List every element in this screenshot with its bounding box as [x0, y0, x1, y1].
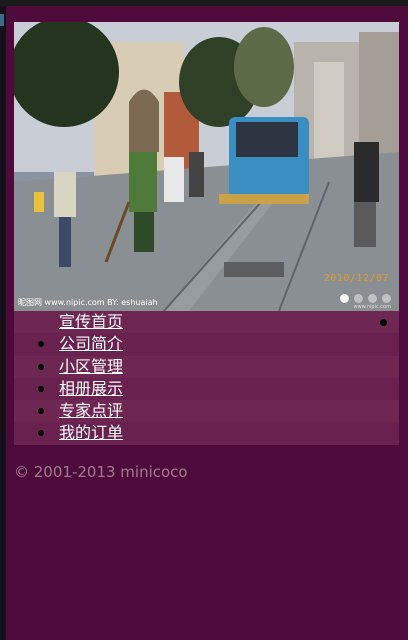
nav-item-community[interactable]: 小区管理	[14, 355, 399, 378]
photo-watermark: 昵图网 www.nipic.com BY: eshuaiah	[18, 298, 158, 307]
main-nav-menu: 宣传首页 公司简介 小区管理 相册展示 专家点评 我的订单	[14, 311, 399, 445]
bullet-icon	[38, 430, 44, 437]
bullet-icon	[38, 341, 44, 348]
nav-link-reviews[interactable]: 专家点评	[59, 400, 123, 422]
nav-item-reviews[interactable]: 专家点评	[14, 400, 399, 423]
banner-slideshow[interactable]: 2010/12/07 昵图网 www.nipic.com BY: eshuaia…	[14, 22, 399, 311]
slide-indicator[interactable]	[340, 294, 391, 303]
footer-copyright: © 2001-2013 minicoco	[14, 463, 188, 481]
nav-link-gallery[interactable]: 相册展示	[59, 378, 123, 400]
banner-photo	[14, 22, 399, 311]
slide-dot[interactable]	[354, 294, 363, 303]
slide-dot[interactable]	[382, 294, 391, 303]
bullet-icon	[380, 319, 387, 326]
nav-link-home[interactable]: 宣传首页	[59, 311, 123, 333]
status-bar	[0, 0, 408, 6]
nav-item-gallery[interactable]: 相册展示	[14, 377, 399, 401]
nav-link-community[interactable]: 小区管理	[59, 356, 123, 378]
nav-link-orders[interactable]: 我的订单	[59, 422, 123, 444]
nav-link-about[interactable]: 公司简介	[59, 333, 123, 355]
nav-item-about[interactable]: 公司简介	[14, 333, 399, 356]
slide-dot[interactable]	[340, 294, 349, 303]
photo-date-stamp: 2010/12/07	[323, 273, 389, 284]
left-edge-panel	[0, 6, 6, 640]
photo-watermark-right: www.nipic.com	[353, 304, 391, 310]
edge-tab	[0, 14, 4, 26]
nav-item-orders[interactable]: 我的订单	[14, 422, 399, 445]
bullet-icon	[38, 385, 44, 392]
bullet-icon	[38, 363, 44, 370]
bullet-icon	[38, 408, 44, 415]
nav-item-home[interactable]: 宣传首页	[14, 311, 399, 334]
slide-dot[interactable]	[368, 294, 377, 303]
